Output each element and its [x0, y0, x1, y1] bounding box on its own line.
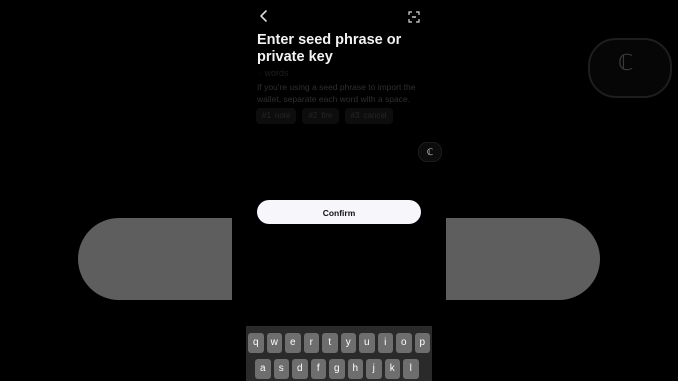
word-chip-number: #3	[350, 111, 360, 120]
key[interactable]: r	[303, 333, 319, 353]
word-chip-word: cancel	[363, 111, 387, 120]
key[interactable]: p	[414, 333, 430, 353]
key[interactable]: w	[266, 333, 282, 353]
key[interactable]: l	[403, 359, 419, 379]
screen: ℂ Enter seed phrase or private key · wor…	[0, 0, 678, 381]
key[interactable]: i	[377, 333, 393, 353]
keyboard-row-2: a s d f g h j k l	[246, 359, 432, 379]
word-chip[interactable]: #2 fire	[302, 108, 339, 124]
chevron-left-icon	[260, 10, 267, 22]
key[interactable]: o	[396, 333, 412, 353]
word-chip-number: #1	[262, 111, 271, 120]
scan-icon	[408, 11, 420, 23]
word-suggestions: #1 note #2 fire #3 cancel	[256, 108, 393, 124]
key[interactable]: g	[329, 359, 345, 379]
key[interactable]: s	[273, 359, 289, 379]
background-paste-icon: ℂ	[618, 50, 634, 75]
word-chip-number: #2	[308, 111, 318, 120]
page-title: Enter seed phrase or private key	[257, 32, 402, 65]
key[interactable]: h	[347, 359, 363, 379]
word-chip-word: fire	[321, 111, 333, 120]
back-button[interactable]	[256, 8, 272, 24]
key[interactable]: u	[359, 333, 375, 353]
word-chip-word: note	[274, 111, 291, 120]
key[interactable]: q	[248, 333, 264, 353]
phone-screen: Enter seed phrase or private key · words…	[232, 0, 446, 381]
keyboard-row-1: q w e r t y u i o p	[246, 333, 432, 353]
key[interactable]: y	[340, 333, 356, 353]
key[interactable]: a	[255, 359, 271, 379]
paste-icon: ℂ	[426, 147, 434, 157]
ghost-label: · words	[259, 68, 289, 78]
key[interactable]: d	[292, 359, 308, 379]
key[interactable]: t	[322, 333, 338, 353]
confirm-button[interactable]: Confirm	[257, 200, 421, 224]
paste-button[interactable]: ℂ	[418, 142, 442, 162]
key[interactable]: k	[384, 359, 400, 379]
word-chip[interactable]: #1 note	[256, 108, 297, 124]
on-screen-keyboard: q w e r t y u i o p a s d f g h j k l	[246, 326, 432, 381]
key[interactable]: e	[285, 333, 301, 353]
word-chip[interactable]: #3 cancel	[344, 108, 393, 124]
scan-qr-button[interactable]	[408, 10, 420, 23]
key[interactable]: j	[366, 359, 382, 379]
key[interactable]: f	[310, 359, 326, 379]
seed-phrase-hint: If you're using a seed phrase to import …	[257, 82, 416, 104]
